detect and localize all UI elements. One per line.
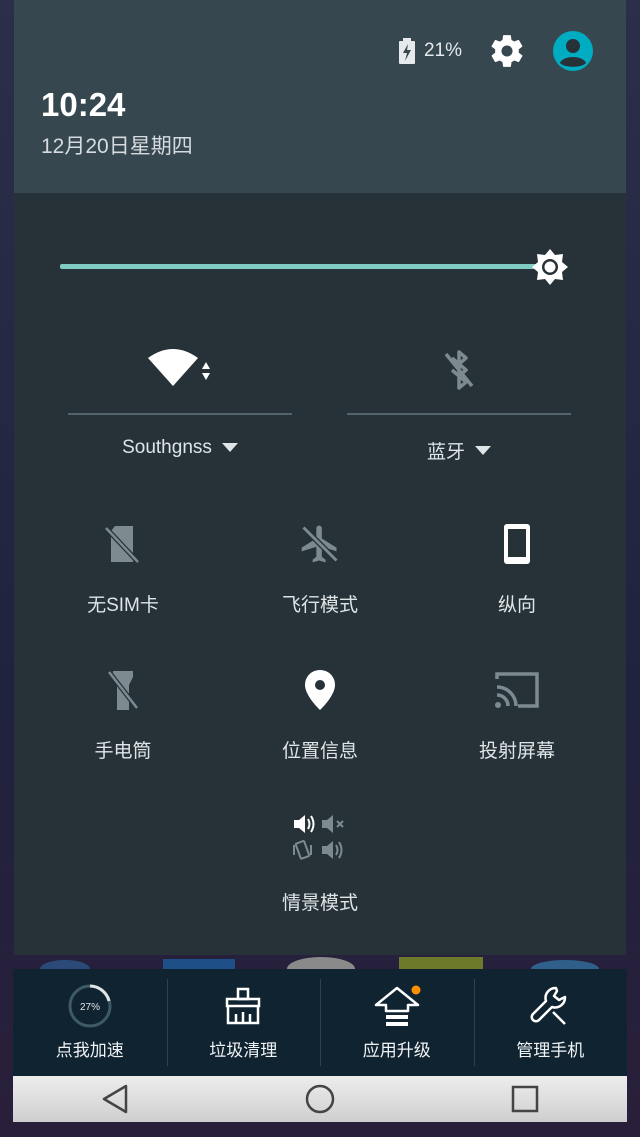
tile-flashlight[interactable]: 手电筒 bbox=[43, 666, 203, 763]
tile-label: 情景模式 bbox=[281, 893, 358, 914]
tile-label: 投射屏幕 bbox=[478, 741, 555, 762]
tile-cast-screen[interactable]: 投射屏幕 bbox=[437, 666, 597, 763]
dock-boost-button[interactable]: 27% 点我加速 bbox=[13, 969, 167, 1076]
dock-upgrade-button[interactable]: 应用升级 bbox=[320, 969, 474, 1076]
wifi-network-selector[interactable]: Southgnss bbox=[68, 437, 292, 459]
tile-location[interactable]: 位置信息 bbox=[240, 666, 400, 763]
bluetooth-off-icon[interactable] bbox=[442, 348, 476, 392]
tile-airplane-mode[interactable]: 飞行模式 bbox=[240, 520, 400, 617]
brightness-sun-icon[interactable] bbox=[530, 247, 570, 287]
battery-percent: 21% bbox=[423, 40, 462, 61]
battery-charging-icon bbox=[398, 38, 415, 64]
brightness-track[interactable] bbox=[60, 264, 538, 269]
nav-back-button[interactable] bbox=[85, 1079, 145, 1119]
user-avatar-icon[interactable] bbox=[552, 30, 594, 72]
clock-date: 12月20日星期四 bbox=[41, 135, 193, 158]
flashlight-icon bbox=[107, 670, 139, 710]
tile-label: 位置信息 bbox=[281, 741, 358, 762]
wifi-icon[interactable] bbox=[148, 348, 212, 392]
tile-no-sim[interactable]: 无SIM卡 bbox=[43, 520, 203, 617]
dock-label: 垃圾清理 bbox=[209, 1041, 278, 1060]
bluetooth-label: 蓝牙 bbox=[426, 442, 465, 463]
no-sim-icon bbox=[104, 526, 140, 564]
chevron-down-icon bbox=[221, 443, 238, 452]
broom-icon bbox=[226, 987, 261, 1025]
dock-label: 点我加速 bbox=[55, 1041, 124, 1060]
tile-label: 纵向 bbox=[497, 595, 536, 616]
location-icon bbox=[305, 670, 335, 710]
home-circle-icon bbox=[305, 1084, 335, 1114]
chevron-down-icon bbox=[475, 445, 491, 455]
home-icons-peek bbox=[40, 957, 599, 969]
wifi-tile[interactable]: Southgnss bbox=[68, 340, 292, 459]
upgrade-icon bbox=[374, 985, 421, 1026]
clock-time: 10:24 bbox=[41, 86, 126, 123]
tile-portrait[interactable]: 纵向 bbox=[437, 520, 597, 617]
tile-sound-profile[interactable]: 情景模式 bbox=[240, 810, 400, 915]
tile-label: 飞行模式 bbox=[281, 595, 358, 616]
navigation-bar bbox=[13, 1076, 627, 1122]
bluetooth-tile[interactable]: 蓝牙 bbox=[347, 340, 571, 464]
dock-manage-phone-button[interactable]: 管理手机 bbox=[473, 969, 628, 1076]
tile-label: 手电筒 bbox=[94, 741, 152, 762]
wifi-network-name: Southgnss bbox=[122, 437, 212, 458]
wrench-icon bbox=[530, 986, 567, 1025]
nav-recents-button[interactable] bbox=[495, 1079, 555, 1119]
back-triangle-icon bbox=[103, 1084, 128, 1114]
status-area: 21% bbox=[398, 30, 594, 72]
gear-icon[interactable] bbox=[488, 32, 526, 70]
brightness-slider[interactable] bbox=[60, 247, 580, 287]
bluetooth-selector[interactable]: 蓝牙 bbox=[347, 437, 571, 464]
tile-label: 无SIM卡 bbox=[87, 595, 159, 616]
dock-cleanup-button[interactable]: 垃圾清理 bbox=[166, 969, 321, 1076]
recents-square-icon bbox=[511, 1085, 538, 1113]
assistant-dock: 27% 点我加速 垃圾清理 应用升级 管理手机 bbox=[13, 969, 627, 1076]
notification-header: 21% 10:24 12月20日星期四 bbox=[14, 0, 626, 193]
portrait-icon bbox=[504, 524, 530, 564]
wifi-divider bbox=[68, 413, 292, 415]
battery-indicator: 21% bbox=[398, 38, 462, 64]
bluetooth-divider bbox=[347, 413, 571, 415]
airplane-icon bbox=[301, 525, 339, 563]
nav-home-button[interactable] bbox=[290, 1079, 350, 1119]
boost-icon: 27% bbox=[68, 984, 112, 1028]
dock-label: 管理手机 bbox=[516, 1041, 585, 1060]
boost-percent: 27% bbox=[80, 1002, 100, 1013]
cast-icon bbox=[495, 672, 539, 708]
dock-label: 应用升级 bbox=[362, 1041, 431, 1060]
sound-profile-icon bbox=[293, 815, 344, 860]
